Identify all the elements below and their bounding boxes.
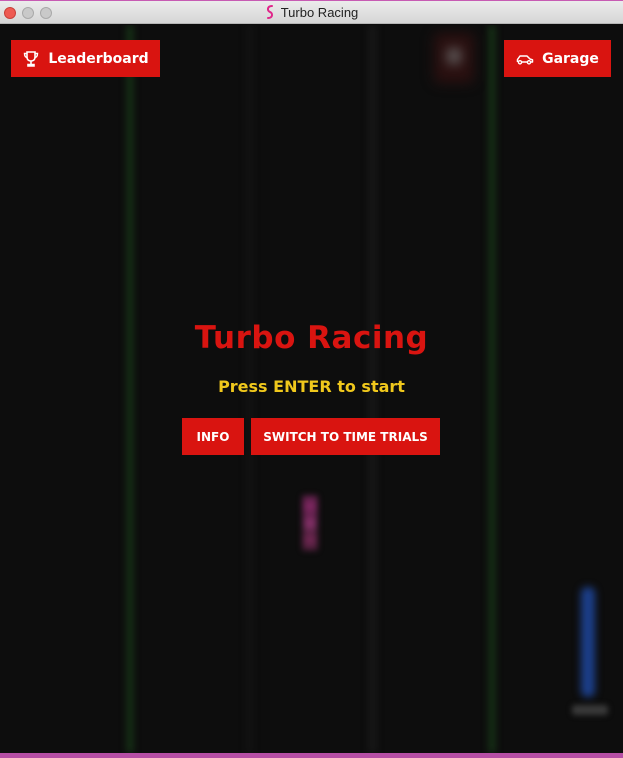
leaderboard-button[interactable]: Leaderboard: [11, 40, 160, 77]
switch-label: SWITCH TO TIME TRIALS: [263, 429, 428, 444]
info-button[interactable]: INFO: [182, 418, 244, 455]
window-title-text: Turbo Racing: [280, 5, 359, 20]
switch-to-time-trials-button[interactable]: SWITCH TO TIME TRIALS: [251, 418, 440, 455]
start-prompt: Press ENTER to start: [218, 377, 405, 396]
opponent-car: [434, 33, 474, 83]
window-title: Turbo Racing: [0, 5, 623, 20]
window-titlebar[interactable]: Turbo Racing: [0, 0, 623, 24]
game-canvas[interactable]: Leaderboard Garage Turbo Racing Press EN…: [0, 25, 623, 753]
player-car: [302, 495, 318, 551]
garage-button[interactable]: Garage: [504, 40, 611, 77]
garage-label: Garage: [542, 50, 599, 67]
boost-meter-label: [572, 705, 608, 715]
trophy-icon: [24, 50, 39, 67]
leaderboard-label: Leaderboard: [48, 50, 149, 67]
game-title: Turbo Racing: [194, 320, 429, 356]
hook-icon: [266, 5, 273, 19]
window-bottom-border: [0, 753, 623, 758]
car-icon: [516, 54, 534, 65]
boost-meter: [581, 587, 595, 697]
info-label: INFO: [196, 429, 230, 444]
